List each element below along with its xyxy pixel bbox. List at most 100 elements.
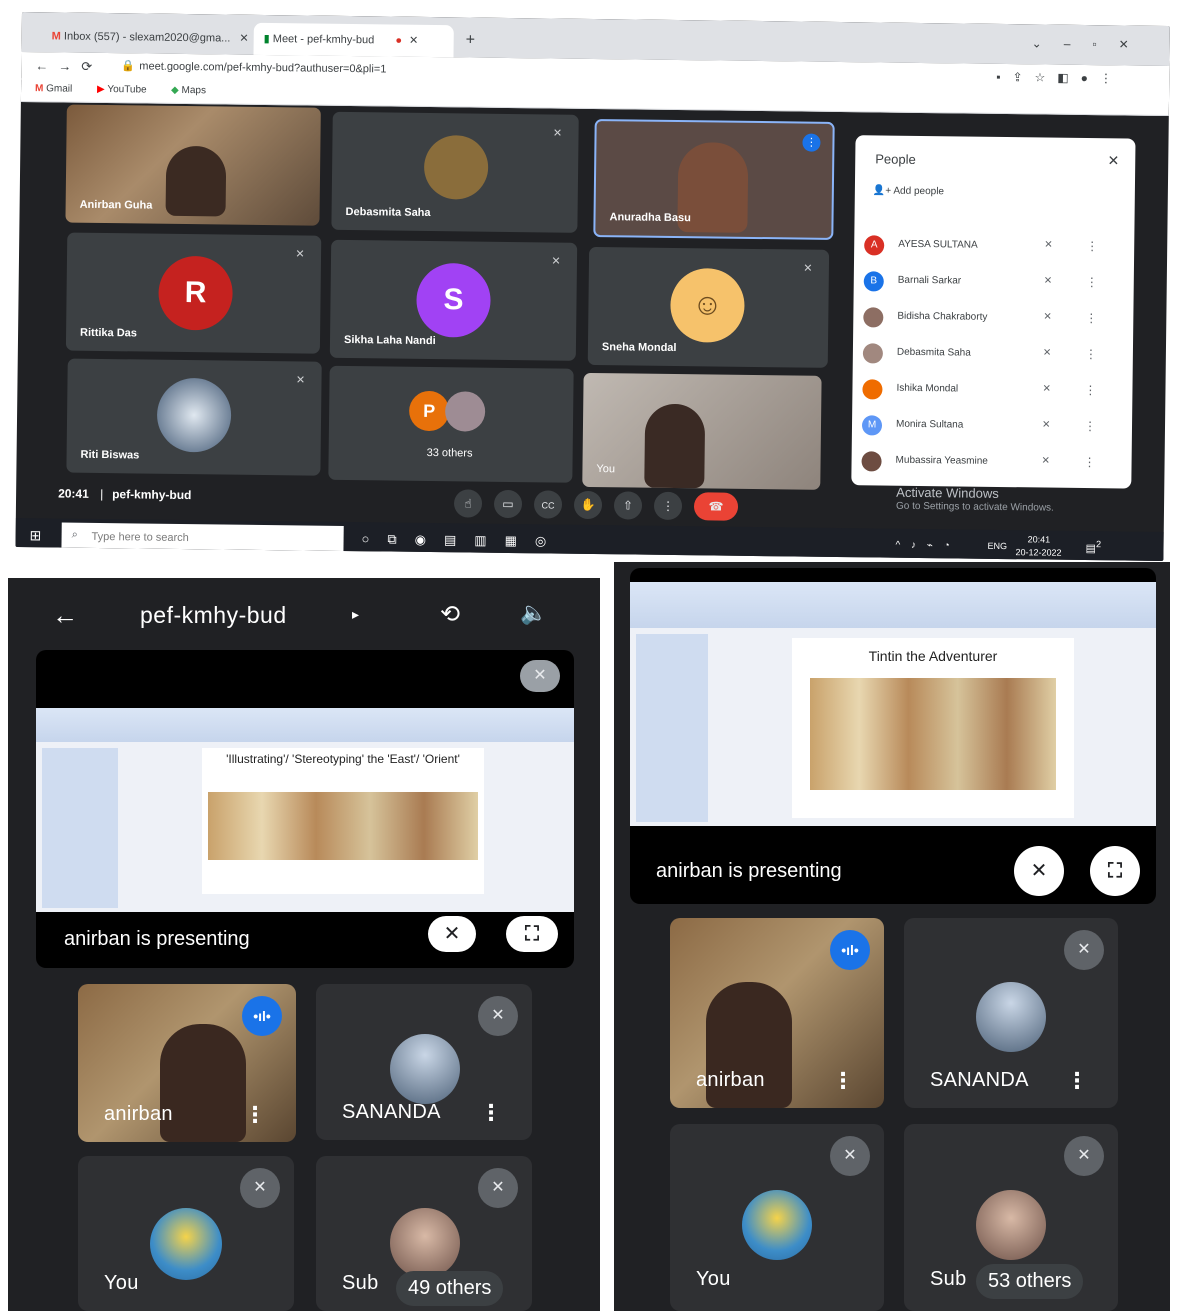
- language-indicator[interactable]: ENG: [987, 541, 1007, 551]
- taskbar-time: 20:41: [1027, 534, 1051, 545]
- tile-you[interactable]: ✕ You: [670, 1124, 884, 1311]
- fullscreen-button[interactable]: ⛶: [1090, 846, 1140, 896]
- more-options-icon[interactable]: ⋮: [1086, 239, 1098, 253]
- person-row[interactable]: Debasmita Saha ✕ ⋮: [853, 335, 1133, 374]
- person-row[interactable]: A AYESA SULTANA ✕ ⋮: [854, 227, 1134, 266]
- notification-icon[interactable]: ▤2: [1085, 539, 1101, 555]
- mic-button[interactable]: ☝: [453, 489, 483, 518]
- slide-canvas: 'Illustrating'/ 'Stereotyping' the 'East…: [202, 748, 484, 894]
- mic-off-icon: ✕: [478, 996, 518, 1036]
- participant-avatar: [156, 377, 232, 453]
- taskbar-search[interactable]: ⌕ Type here to search: [61, 522, 344, 554]
- mic-off-icon: ✕: [551, 255, 561, 268]
- tile-others[interactable]: ✕ Sub 53 others: [904, 1124, 1118, 1311]
- hand-icon: ✋: [580, 497, 596, 513]
- tab-meet[interactable]: ▮ Meet - pef-kmhy-bud ● ✕: [253, 22, 454, 58]
- end-call-icon: ☎: [708, 499, 724, 514]
- participant-name: Sub: [930, 1268, 967, 1290]
- windows-start-icon[interactable]: ⊞: [29, 527, 42, 544]
- system-tray-icons[interactable]: ^ ♪ ⌁ ◔: [895, 540, 953, 552]
- more-options-icon[interactable]: ⋮: [1083, 455, 1095, 469]
- back-arrow-icon[interactable]: ←: [52, 600, 78, 631]
- presentation-panel[interactable]: ✕ 'Illustrating'/ 'Stereotyping' the 'Ea…: [36, 650, 574, 968]
- person-row[interactable]: Ishika Mondal ✕ ⋮: [852, 371, 1132, 410]
- more-vert-icon: ⋮: [661, 498, 675, 514]
- bookmark-gmail[interactable]: M Gmail: [35, 83, 72, 94]
- more-options-icon[interactable]: ⋮: [1084, 419, 1096, 433]
- mic-off-icon: ✕: [830, 1136, 870, 1176]
- tile-others[interactable]: ✕ Sub 49 others: [316, 1156, 532, 1311]
- nav-back-forward-reload-icons[interactable]: ←→⟳: [35, 58, 102, 75]
- others-count[interactable]: 53 others: [976, 1264, 1084, 1299]
- more-options-icon[interactable]: ⋮: [832, 1068, 854, 1094]
- tile-sikha-laha-nandi[interactable]: S ✕ Sikha Laha Nandi: [329, 239, 578, 361]
- unpin-button[interactable]: ✕: [428, 916, 476, 952]
- close-tab-icon[interactable]: ✕: [409, 35, 418, 47]
- url-text[interactable]: meet.google.com/pef-kmhy-bud?authuser=0&…: [139, 60, 386, 75]
- slide-thumbnails: [636, 634, 708, 822]
- participant-name: anirban: [696, 1069, 765, 1091]
- bookmark-youtube[interactable]: ▶ YouTube: [97, 84, 147, 96]
- meeting-title[interactable]: pef-kmhy-bud: [140, 602, 287, 629]
- person-row[interactable]: M Monira Sultana ✕ ⋮: [852, 407, 1132, 446]
- participant-avatar: [444, 391, 486, 432]
- camera-button[interactable]: ▭: [493, 489, 523, 519]
- tile-you[interactable]: You: [582, 372, 822, 490]
- more-options-icon[interactable]: ⋮: [1085, 311, 1097, 325]
- slide-thumbnails: [42, 748, 118, 908]
- bookmark-maps[interactable]: ◆ Maps: [171, 85, 206, 96]
- switch-camera-icon[interactable]: ⟲: [440, 600, 460, 629]
- mic-off-icon: ✕: [1043, 311, 1052, 323]
- powerpoint-ribbon: [630, 582, 1156, 628]
- person-avatar: [861, 451, 882, 472]
- more-options-icon[interactable]: ⋮: [1085, 347, 1097, 361]
- close-icon[interactable]: ✕: [1107, 152, 1119, 169]
- present-button[interactable]: ⇧: [613, 491, 643, 520]
- meeting-time: 20:41: [58, 486, 89, 501]
- tile-sananda[interactable]: ✕ SANANDA ⋮: [316, 984, 532, 1140]
- new-tab-icon[interactable]: +: [466, 31, 476, 49]
- more-options-icon[interactable]: ⋮: [1086, 275, 1098, 289]
- presentation-panel[interactable]: Tintin the Adventurer anirban is present…: [630, 568, 1156, 904]
- speaking-indicator-icon: •ıl•: [242, 996, 282, 1036]
- more-options-icon[interactable]: ⋮: [1084, 383, 1096, 397]
- tile-sneha-mondal[interactable]: ☺ ✕ Sneha Mondal: [587, 246, 830, 368]
- tile-you[interactable]: ✕ You: [78, 1156, 294, 1311]
- more-options-icon[interactable]: ⋮: [480, 1100, 502, 1126]
- raise-hand-button[interactable]: ✋: [573, 490, 603, 520]
- end-call-button[interactable]: ☎: [693, 492, 739, 521]
- mic-off-icon: ✕: [1042, 383, 1051, 395]
- taskbar-app-icons[interactable]: ○⧉◉▤▥▦◎: [361, 531, 564, 549]
- video-feed: [165, 145, 227, 217]
- tile-others[interactable]: P 33 others: [328, 365, 574, 483]
- tile-riti-biswas[interactable]: ✕ Riti Biswas: [66, 358, 322, 476]
- window-controls[interactable]: ⌄–▫✕: [1032, 36, 1151, 51]
- fullscreen-button[interactable]: ⛶: [506, 916, 558, 952]
- chevron-right-icon[interactable]: ▸: [352, 606, 359, 623]
- tile-anirban[interactable]: •ıl• anirban ⋮: [670, 918, 884, 1108]
- browser-toolbar-icons[interactable]: ▪⇪☆◧●⋮: [996, 70, 1124, 86]
- add-people-button[interactable]: 👤+ Add people: [873, 185, 944, 197]
- more-options-button[interactable]: ⋮: [653, 491, 683, 521]
- mic-off-icon: ✕: [803, 262, 813, 275]
- tile-anirban[interactable]: •ıl• anirban ⋮: [78, 984, 296, 1142]
- person-row[interactable]: Bidisha Chakraborty ✕ ⋮: [853, 299, 1133, 338]
- tab-gmail[interactable]: M Inbox (557) - slexam2020@gma... ✕: [42, 20, 252, 55]
- others-count[interactable]: 49 others: [396, 1271, 504, 1306]
- speaker-icon[interactable]: 🔈: [520, 600, 547, 626]
- tile-anuradha-basu[interactable]: ⋮ Anuradha Basu: [593, 119, 835, 240]
- unpin-button[interactable]: ✕: [1014, 846, 1064, 896]
- captions-button[interactable]: CC: [533, 490, 563, 519]
- fullscreen-icon: ⛶: [525, 923, 539, 945]
- person-avatar: [863, 307, 884, 328]
- more-options-icon[interactable]: ⋮: [1066, 1068, 1088, 1094]
- close-tab-icon[interactable]: ✕: [239, 33, 248, 45]
- person-row[interactable]: B Barnali Sarkar ✕ ⋮: [854, 263, 1134, 302]
- add-person-icon: 👤+: [872, 185, 894, 197]
- tile-rittika-das[interactable]: R ✕ Rittika Das: [65, 232, 322, 354]
- person-row[interactable]: Mubassira Yeasmine ✕ ⋮: [851, 443, 1131, 482]
- tile-anirban-guha[interactable]: Anirban Guha: [65, 104, 321, 226]
- tile-debasmita-saha[interactable]: ✕ Debasmita Saha: [331, 111, 579, 233]
- more-options-icon[interactable]: ⋮: [244, 1102, 266, 1128]
- tile-sananda[interactable]: ✕ SANANDA ⋮: [904, 918, 1118, 1108]
